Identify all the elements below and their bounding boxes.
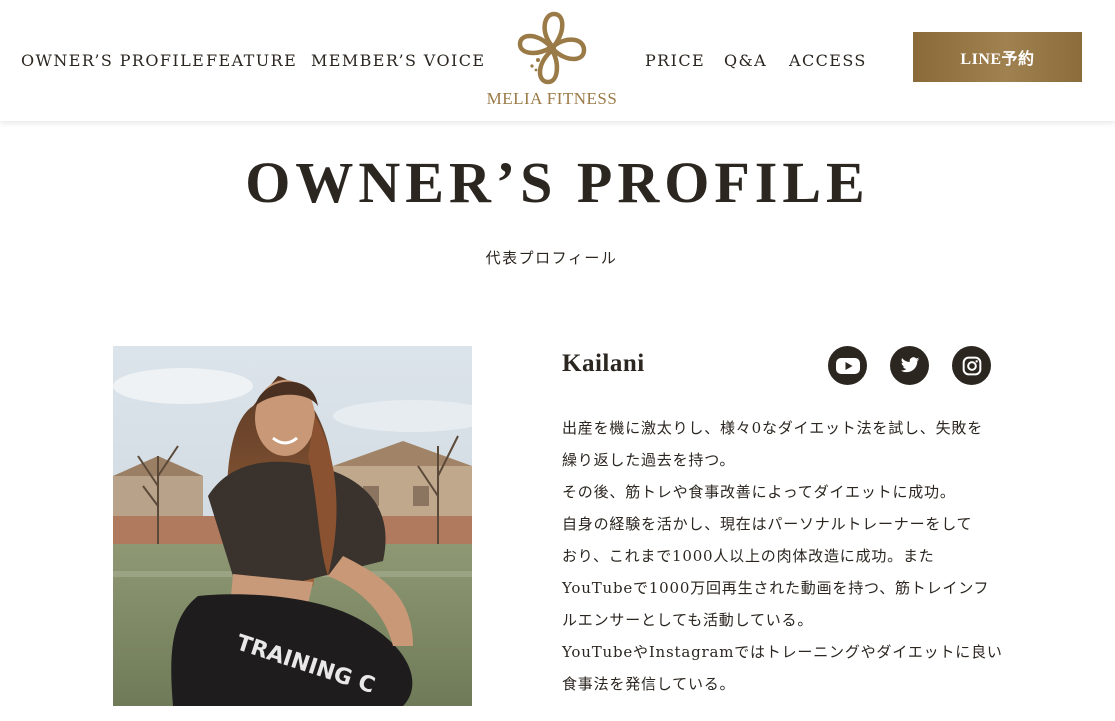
nav-qa[interactable]: Q&A [724,51,767,71]
twitter-icon[interactable] [890,346,929,385]
bio-line: 出産を機に激太りし、様々0なダイエット法を試し、失敗を [562,419,983,437]
bio-line: 自身の経験を活かし、現在はパーソナルトレーナーをして [562,515,973,533]
nav-members-voice[interactable]: MEMBER’S VOICE [311,51,485,71]
bio-line: その後、筋トレや食事改善によってダイエットに成功。 [562,483,956,501]
flower-logo-icon [517,11,587,85]
owner-bio: 出産を機に激太りし、様々0なダイエット法を試し、失敗を 繰り返した過去を持つ。 … [562,412,1002,700]
nav-feature[interactable]: FEATURE [206,51,297,71]
bio-line: 繰り返した過去を持つ。 [562,451,736,469]
bio-line: ルエンサーとしても活動している。 [562,611,814,629]
bio-line: YouTubeで1000万回再生された動画を持つ、筋トレインフ [562,579,990,597]
bio-line: おり、これまで1000人以上の肉体改造に成功。また [562,547,935,565]
nav-owners-profile[interactable]: OWNER’S PROFILE [21,51,205,71]
bio-line: YouTubeやInstagramではトレーニングやダイエットに良い [562,643,1003,661]
youtube-icon[interactable] [828,346,867,385]
page-subtitle: 代表プロフィール [485,249,618,267]
nav-access[interactable]: ACCESS [789,51,867,71]
page-title: OWNER’S PROFILE [245,150,870,215]
instagram-icon[interactable] [952,346,991,385]
owner-photo: TRAINING C [113,346,472,706]
site-header: OWNER’S PROFILE FEATURE MEMBER’S VOICE M… [0,0,1115,121]
melia-fitness-logo[interactable]: MELIA FITNESS [484,10,620,112]
logo-wordmark: MELIA FITNESS [486,89,618,108]
line-reservation-button[interactable]: LINE予約 [913,32,1082,82]
owner-name: Kailani [562,350,645,377]
nav-price[interactable]: PRICE [645,51,705,71]
bio-line: 食事法を発信している。 [562,675,736,693]
